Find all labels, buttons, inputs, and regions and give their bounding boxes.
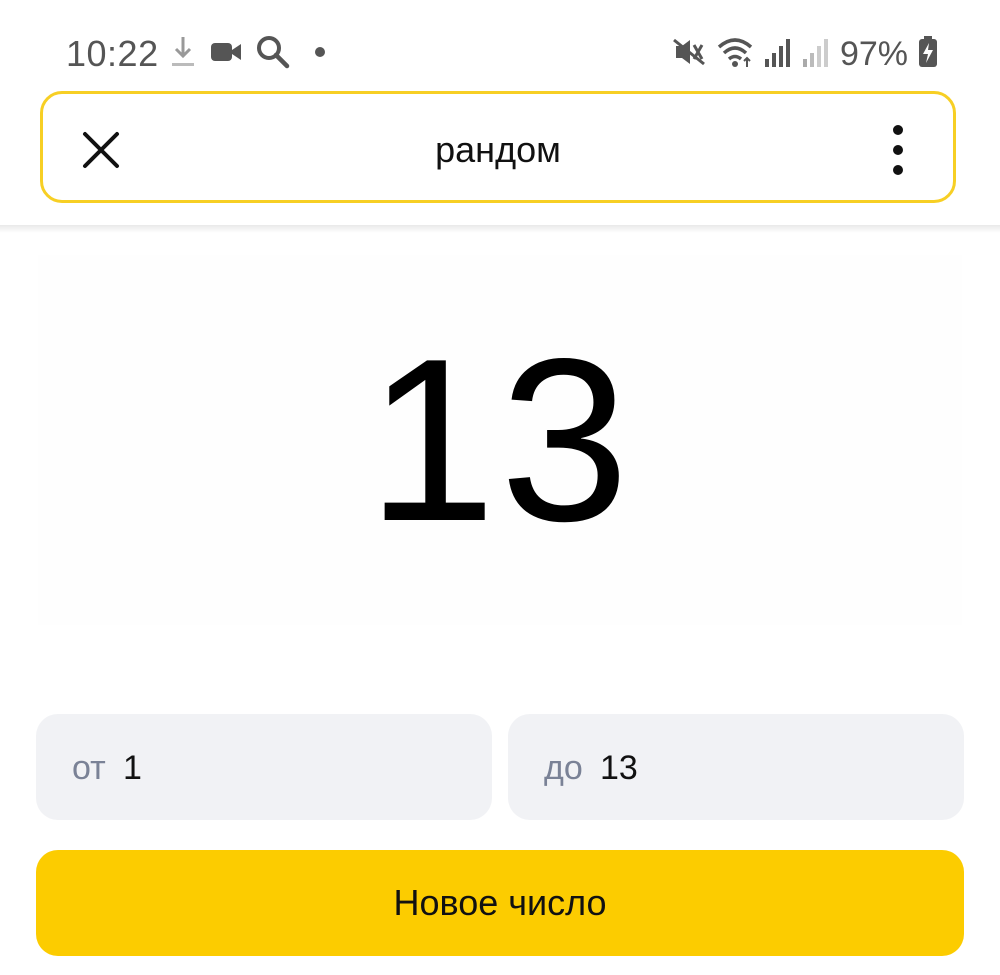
signal-icon (764, 37, 792, 72)
new-number-button[interactable]: Новое число (36, 850, 964, 956)
signal-weak-icon (802, 37, 830, 72)
new-number-button-label: Новое число (393, 882, 607, 923)
header-divider (0, 225, 1000, 233)
range-to-field[interactable]: до 13 (508, 714, 964, 820)
range-from-label: от (72, 749, 106, 787)
range-from-field[interactable]: от 1 (36, 714, 492, 820)
search-bar[interactable]: рандом (40, 91, 956, 203)
range-to-value[interactable]: 13 (600, 748, 638, 788)
range-to-label: до (544, 749, 583, 787)
more-vertical-icon[interactable] (887, 124, 909, 176)
status-right: 97% (672, 34, 938, 74)
battery-charging-icon (918, 35, 938, 73)
screen: 10:22 97% рандом 13 от 1 до 13 Новое чис… (0, 0, 1000, 975)
result-card: 13 (38, 255, 962, 625)
search-query[interactable]: рандом (43, 128, 953, 172)
status-left-icons (170, 35, 326, 74)
status-bar: 10:22 97% (0, 0, 1000, 90)
status-time: 10:22 (66, 33, 159, 74)
notification-dot-icon (314, 45, 326, 63)
range-from-value[interactable]: 1 (123, 748, 142, 788)
random-number-result: 13 (366, 311, 634, 570)
battery-percent: 97% (839, 35, 908, 73)
vibrate-mute-icon (672, 36, 706, 73)
search-icon (256, 35, 290, 74)
video-camera-icon (210, 40, 242, 69)
download-icon (170, 35, 196, 74)
wifi-icon (716, 36, 754, 73)
